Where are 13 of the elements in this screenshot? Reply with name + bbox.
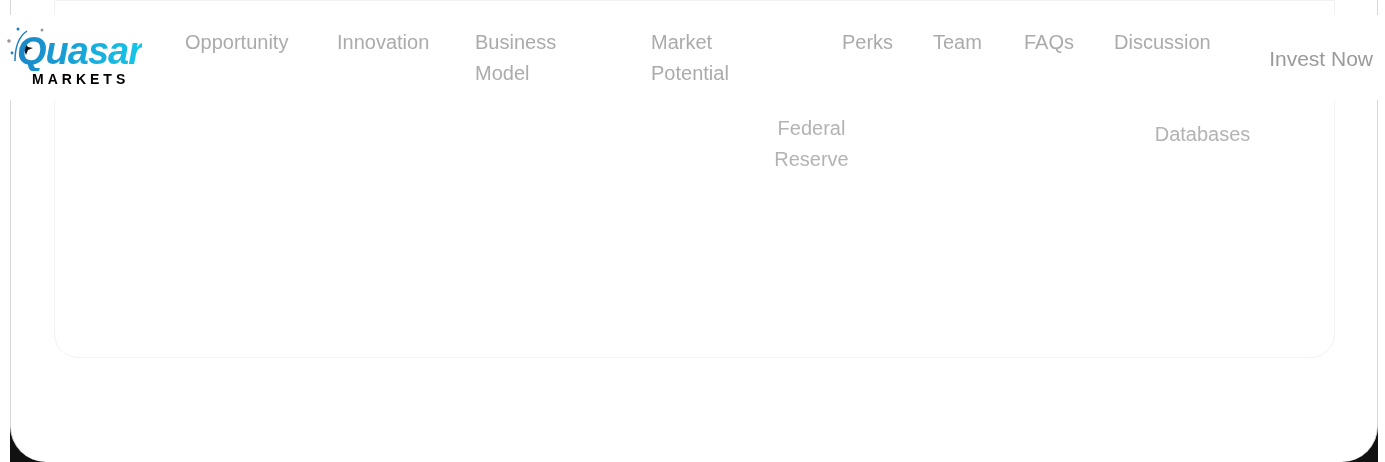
data-source-label: Federal Reserve <box>773 116 850 172</box>
nav-link[interactable]: Market Potential <box>651 27 842 89</box>
nav-link[interactable]: Innovation <box>337 27 475 89</box>
nav-link[interactable]: Perks <box>842 27 933 89</box>
logo-tagline: MARKETS <box>32 72 130 87</box>
nav-link[interactable]: FAQs <box>1024 27 1114 89</box>
nav-link[interactable]: Discussion <box>1114 27 1260 89</box>
invest-now-link[interactable]: Invest Now <box>1269 43 1373 74</box>
nav-link[interactable]: Opportunity <box>185 27 337 89</box>
data-source-label: Databases <box>1153 122 1252 147</box>
logo[interactable]: Quasar MARKETS <box>5 27 169 89</box>
nav-link[interactable]: Business Model <box>475 27 651 89</box>
nav-link[interactable]: Team <box>933 27 1024 89</box>
